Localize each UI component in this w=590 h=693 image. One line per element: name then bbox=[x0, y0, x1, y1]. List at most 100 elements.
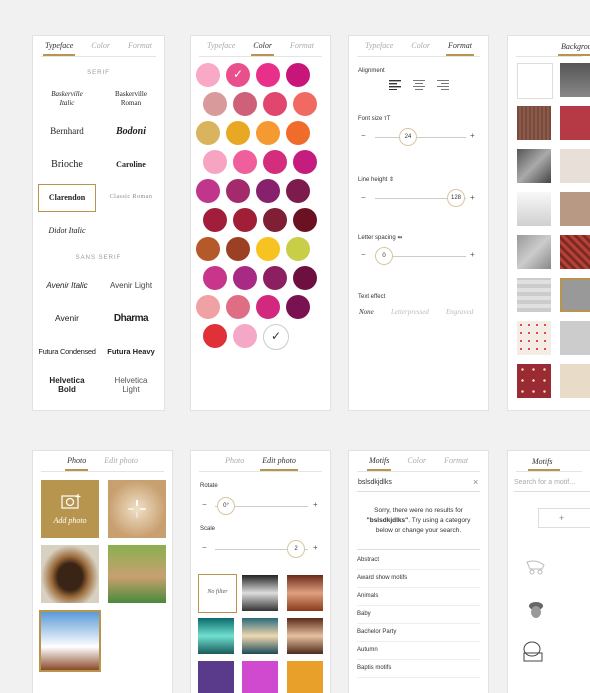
font-option-clarendon[interactable]: Clarendon bbox=[38, 184, 96, 212]
color-swatch[interactable] bbox=[233, 92, 257, 116]
tab-background[interactable]: Background bbox=[561, 42, 590, 51]
color-swatch[interactable] bbox=[286, 63, 310, 87]
color-swatch[interactable] bbox=[233, 324, 257, 348]
photo-thumbnail-puppy[interactable] bbox=[41, 545, 99, 603]
color-swatch[interactable] bbox=[203, 92, 227, 116]
align-center-icon[interactable] bbox=[413, 80, 425, 90]
background-tile-selected[interactable] bbox=[560, 278, 590, 312]
category-item-animals[interactable]: Animals bbox=[357, 588, 480, 606]
tab-format[interactable]: Format bbox=[126, 41, 154, 56]
font-option-bernhard[interactable]: Bernhard bbox=[36, 127, 98, 136]
tab-motifs[interactable]: Motifs bbox=[532, 457, 552, 466]
photo-thumbnail-pug[interactable] bbox=[108, 545, 166, 603]
color-swatch[interactable] bbox=[226, 179, 250, 203]
font-option-baskerville-italic[interactable]: Baskerville Italic bbox=[36, 90, 98, 108]
font-option-caroline[interactable]: Caroline bbox=[100, 160, 162, 169]
effect-none[interactable]: None bbox=[359, 308, 374, 316]
filter-thumbnail-orange[interactable] bbox=[287, 661, 323, 693]
font-size-plus-button[interactable]: + bbox=[470, 131, 475, 140]
line-height-plus-button[interactable]: + bbox=[470, 193, 475, 202]
scale-plus-button[interactable]: + bbox=[313, 543, 318, 552]
background-tile-gradient[interactable] bbox=[517, 192, 551, 226]
font-option-avenir[interactable]: Avenir bbox=[36, 314, 98, 323]
background-tile-dots[interactable] bbox=[517, 321, 551, 355]
color-swatch[interactable] bbox=[196, 295, 220, 319]
background-tile[interactable] bbox=[560, 192, 590, 226]
color-swatch[interactable] bbox=[286, 179, 310, 203]
font-option-avenir-light[interactable]: Avenir Light bbox=[100, 281, 162, 290]
letter-spacing-slider-knob[interactable]: 0 bbox=[375, 247, 393, 265]
tab-typeface[interactable]: Typeface bbox=[205, 41, 237, 56]
font-size-slider-knob[interactable]: 24 bbox=[399, 128, 417, 146]
filter-thumbnail-bw[interactable] bbox=[242, 575, 278, 611]
color-swatch[interactable] bbox=[233, 266, 257, 290]
color-swatch[interactable] bbox=[293, 92, 317, 116]
font-option-brioche[interactable]: Brioche bbox=[36, 160, 98, 170]
color-swatch[interactable] bbox=[196, 237, 220, 261]
color-swatch[interactable] bbox=[286, 295, 310, 319]
font-option-futura-heavy[interactable]: Futura Heavy bbox=[100, 347, 162, 356]
color-swatch[interactable] bbox=[233, 208, 257, 232]
tab-format[interactable]: Format bbox=[288, 41, 316, 56]
filter-no-filter[interactable]: No filter bbox=[198, 574, 237, 613]
letter-spacing-plus-button[interactable]: + bbox=[470, 250, 475, 259]
category-item-award-show-motifs[interactable]: Award show motifs bbox=[357, 570, 480, 588]
font-option-helvetica-light[interactable]: Helvetica Light bbox=[100, 376, 162, 394]
font-option-bodoni[interactable]: Bodoni bbox=[100, 127, 162, 137]
tab-edit-photo[interactable]: Edit photo bbox=[260, 456, 298, 471]
font-option-classic-roman[interactable]: Classic Roman bbox=[100, 193, 162, 202]
category-item-bachelor-party[interactable]: Bachelor Party bbox=[357, 624, 480, 642]
category-item-autumn[interactable]: Autumn bbox=[357, 642, 480, 660]
font-size-slider-track[interactable] bbox=[375, 137, 466, 138]
font-option-avenir-italic[interactable]: Avenir Italic bbox=[36, 281, 98, 290]
tab-typeface[interactable]: Typeface bbox=[363, 41, 395, 56]
color-swatch[interactable] bbox=[263, 150, 287, 174]
tab-typeface[interactable]: Typeface bbox=[43, 41, 76, 56]
color-swatch[interactable] bbox=[263, 266, 287, 290]
photo-thumbnail-beagle-selected[interactable] bbox=[39, 610, 101, 672]
align-left-icon[interactable] bbox=[389, 80, 401, 90]
color-swatch[interactable] bbox=[226, 295, 250, 319]
color-swatch[interactable] bbox=[203, 150, 227, 174]
color-swatch[interactable] bbox=[256, 121, 280, 145]
color-swatch[interactable] bbox=[256, 237, 280, 261]
filter-thumbnail-sepia[interactable] bbox=[287, 618, 323, 654]
background-tile[interactable] bbox=[560, 63, 590, 97]
letter-spacing-minus-button[interactable]: − bbox=[361, 250, 366, 259]
filter-thumbnail-teal[interactable] bbox=[198, 618, 234, 654]
tab-color[interactable]: Color bbox=[409, 41, 432, 56]
color-swatch[interactable] bbox=[293, 208, 317, 232]
color-swatch[interactable] bbox=[293, 266, 317, 290]
acorn-motif-icon[interactable] bbox=[526, 599, 546, 619]
color-swatch[interactable] bbox=[263, 208, 287, 232]
background-tile-metal[interactable] bbox=[517, 149, 551, 183]
background-tile-confetti[interactable] bbox=[517, 364, 551, 398]
color-swatch[interactable] bbox=[203, 266, 227, 290]
add-photo-button[interactable]: Add photo bbox=[41, 480, 99, 538]
color-swatch[interactable] bbox=[203, 208, 227, 232]
color-swatch[interactable] bbox=[226, 121, 250, 145]
color-swatch[interactable] bbox=[263, 92, 287, 116]
filter-thumbnail-cool[interactable] bbox=[242, 618, 278, 654]
tab-format[interactable]: Format bbox=[442, 456, 470, 471]
font-option-dharma[interactable]: Dharma bbox=[100, 314, 162, 324]
color-swatch[interactable]: ✓ bbox=[226, 63, 250, 87]
add-motif-button[interactable]: + bbox=[538, 508, 590, 528]
align-right-icon[interactable] bbox=[437, 80, 449, 90]
background-tile[interactable] bbox=[560, 106, 590, 140]
tab-motifs[interactable]: Motifs bbox=[366, 456, 392, 471]
photo-thumbnail-loading[interactable] bbox=[108, 480, 166, 538]
category-item-baby[interactable]: Baby bbox=[357, 606, 480, 624]
background-tile[interactable] bbox=[560, 149, 590, 183]
color-swatch[interactable]: ✓ bbox=[263, 324, 289, 350]
background-tile-plain[interactable] bbox=[517, 63, 553, 99]
font-option-didot-italic[interactable]: Didot Italic bbox=[36, 226, 98, 235]
color-swatch[interactable] bbox=[293, 150, 317, 174]
tab-photo[interactable]: Photo bbox=[223, 456, 246, 471]
color-swatch[interactable] bbox=[256, 295, 280, 319]
filter-thumbnail-magenta[interactable] bbox=[242, 661, 278, 693]
clear-search-icon[interactable]: × bbox=[473, 477, 478, 487]
color-swatch[interactable] bbox=[196, 179, 220, 203]
scale-minus-button[interactable]: − bbox=[202, 543, 207, 552]
tab-edit-photo[interactable]: Edit photo bbox=[102, 456, 140, 471]
